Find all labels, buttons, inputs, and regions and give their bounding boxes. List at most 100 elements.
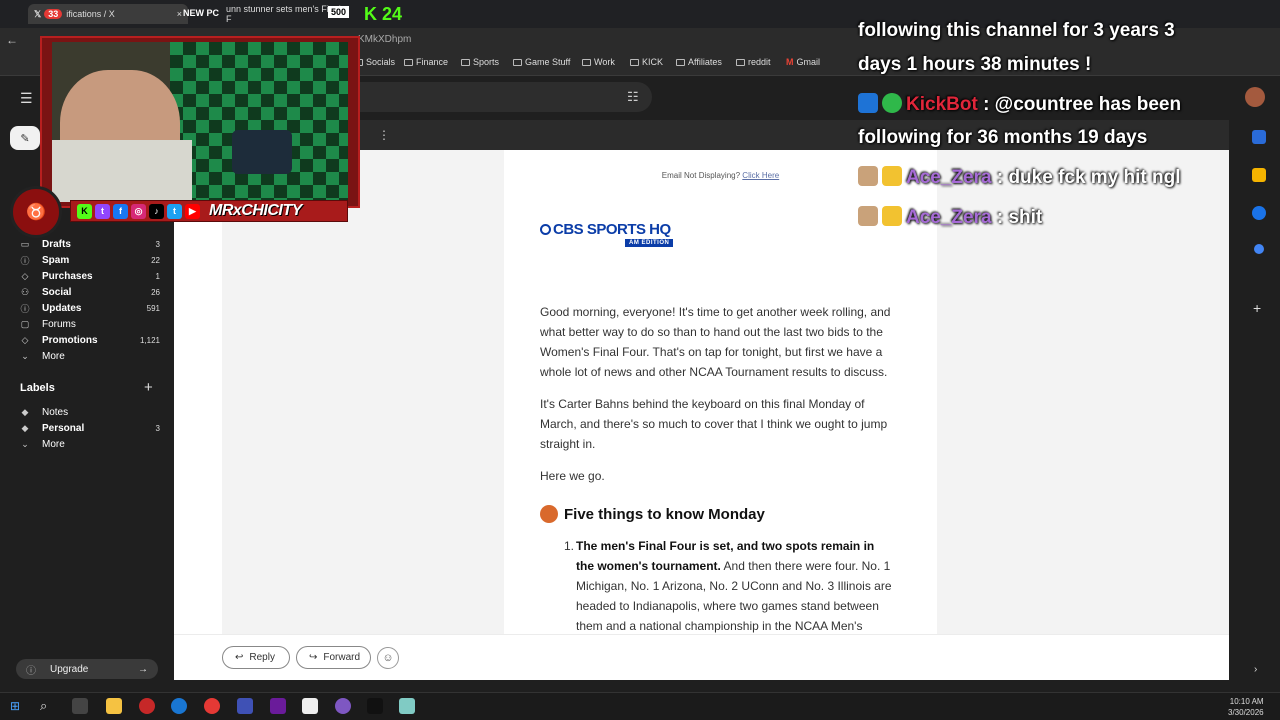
folder-icon <box>582 58 591 66</box>
folder-icon <box>736 58 745 66</box>
url-text[interactable]: KMkXDhpm <box>358 34 411 45</box>
chat-username: Ace_Zera <box>906 207 992 228</box>
chevron-down-icon: ⌄ <box>21 438 29 449</box>
windows-start-icon[interactable]: ⊞ <box>10 699 20 713</box>
sidebar-item-more[interactable]: ⌄ More <box>18 348 160 364</box>
info-icon: ⓘ <box>20 303 30 314</box>
discord-icon[interactable] <box>335 698 351 714</box>
edge-icon[interactable] <box>171 698 187 714</box>
capcut-icon[interactable] <box>302 698 318 714</box>
chat-line: following this channel for 3 years 3 <box>858 20 1175 42</box>
tab-label: ifications / X <box>66 9 115 19</box>
bookmark-kick[interactable]: KICK <box>630 57 663 67</box>
sidebar-item-label: More <box>42 350 65 362</box>
stream-count-label: 500 <box>328 6 350 18</box>
search-filter-icon[interactable]: ☷ <box>627 89 639 105</box>
label-item-more[interactable]: ⌄ More <box>18 436 160 452</box>
sidebar-item-spam[interactable]: ⓘ Spam 22 <box>18 252 160 268</box>
browser-tab-x[interactable]: 𝕏 33 ifications / X × <box>28 4 188 24</box>
sidebar-item-promotions[interactable]: ◇ Promotions 1,121 <box>18 332 160 348</box>
moderator-badge-icon <box>858 93 878 113</box>
forward-icon: ↪ <box>309 652 318 663</box>
sidebar-item-label: Drafts <box>42 238 71 250</box>
twitter-icon: t <box>167 203 182 219</box>
clock-date: 3/30/2026 <box>1228 708 1264 717</box>
label-item-personal[interactable]: ◆ Personal 3 <box>18 420 160 436</box>
clock-time: 10:10 AM <box>1229 697 1264 706</box>
social-handle-bar: K t f ◎ ♪ t ▶ MRxCHICITY <box>70 200 348 222</box>
tiktok-app-icon[interactable] <box>367 698 383 714</box>
tag-icon: ◇ <box>21 334 29 345</box>
bookmark-gmail[interactable]: M Gmail <box>786 57 820 67</box>
compose-button[interactable]: ✎ <box>10 126 40 150</box>
sidebar-item-count: 1,121 <box>139 335 160 345</box>
folder-icon <box>676 58 685 66</box>
bookmark-socials[interactable]: Socials <box>354 57 395 67</box>
expand-panel-icon[interactable]: › <box>1254 664 1257 675</box>
app-grid-icon[interactable] <box>270 698 286 714</box>
sidebar-item-purchases[interactable]: ◇ Purchases 1 <box>18 268 160 284</box>
bookmark-work[interactable]: Work <box>582 57 615 67</box>
bookmark-sports[interactable]: Sports <box>461 57 499 67</box>
sidebar-item-count: 1 <box>155 271 160 281</box>
bookmark-finance[interactable]: Finance <box>404 57 448 67</box>
click-here-link[interactable]: Click Here <box>742 171 779 180</box>
bull-logo-icon: ♉ <box>10 186 62 238</box>
bookmark-affiliates[interactable]: Affiliates <box>676 57 722 67</box>
system-clock[interactable]: 10:10 AM 3/30/2026 <box>1228 696 1264 718</box>
upgrade-label: Upgrade <box>50 663 89 675</box>
chat-line: KickBot : @countree has been <box>858 93 1181 116</box>
bookmark-reddit[interactable]: reddit <box>736 57 771 67</box>
more-options-icon[interactable]: ⋮ <box>378 128 390 142</box>
webcam-checkered-wall <box>170 42 348 202</box>
label-item-notes[interactable]: ◆ Notes <box>18 404 160 420</box>
facebook-icon: f <box>113 203 128 219</box>
chrome-icon[interactable] <box>204 698 220 714</box>
chat-line: Ace_Zera : shit <box>858 206 1042 229</box>
labels-heading: Labels <box>20 382 55 394</box>
sidebar-item-social[interactable]: ⚇ Social 26 <box>18 284 160 300</box>
search-input[interactable] <box>340 82 652 112</box>
obs-icon[interactable] <box>139 698 155 714</box>
chat-line: Ace_Zera : duke fck my hit ngl <box>858 166 1181 189</box>
notification-badge: 33 <box>44 9 63 19</box>
draft-icon: ▭ <box>20 238 30 249</box>
email-background-left <box>222 150 504 634</box>
info-icon: ⓘ <box>26 665 36 677</box>
contacts-icon[interactable] <box>1254 244 1264 254</box>
sidebar-item-updates[interactable]: ⓘ Updates 591 <box>18 300 160 316</box>
task-view-icon[interactable] <box>72 698 88 714</box>
chat-icon: ▢ <box>20 318 30 329</box>
upgrade-button[interactable]: ⓘ Upgrade → <box>16 659 158 679</box>
file-explorer-icon[interactable] <box>106 698 122 714</box>
label-count: 3 <box>155 423 160 433</box>
emoji-reaction-button[interactable]: ☺ <box>377 647 399 669</box>
list-item: 1. The men's Final Four is set, and two … <box>564 536 894 636</box>
bookmark-game-stuff[interactable]: Game Stuff <box>513 57 570 67</box>
forward-button[interactable]: ↪ Forward <box>296 646 371 669</box>
chat-line: following for 36 months 19 days <box>858 127 1147 149</box>
reply-button[interactable]: ↩ Reply <box>222 646 290 669</box>
email-paragraph: It's Carter Bahns behind the keyboard on… <box>540 397 888 451</box>
webcam-shirt <box>52 140 192 202</box>
spam-icon: ⓘ <box>20 255 30 266</box>
tab-label: unn stunner sets men's Final F <box>226 4 341 24</box>
add-label-icon[interactable]: + <box>144 379 153 396</box>
sidebar-item-drafts[interactable]: ▭ Drafts 3 <box>18 236 160 252</box>
menu-icon[interactable]: ☰ <box>20 90 33 107</box>
sidebar-item-label: Forums <box>42 318 76 330</box>
folder-icon <box>513 58 522 66</box>
back-icon[interactable]: ← <box>6 33 18 47</box>
cbs-sports-hq-logo: CBS SPORTS HQ <box>540 221 671 238</box>
windows-taskbar <box>0 692 1280 720</box>
app-icon[interactable] <box>237 698 253 714</box>
not-displaying-text: Email Not Displaying? <box>661 171 741 180</box>
sidebar-item-label: Spam <box>42 254 70 266</box>
notepad-icon[interactable] <box>399 698 415 714</box>
sidebar-item-forums[interactable]: ▢ Forums <box>18 316 160 332</box>
add-app-icon[interactable]: + <box>1253 300 1261 316</box>
pig-badge-icon <box>858 206 878 226</box>
search-icon[interactable]: ⌕ <box>40 698 47 714</box>
email-paragraph: Here we go. <box>540 469 605 483</box>
bookmark-label: Socials <box>366 57 396 67</box>
